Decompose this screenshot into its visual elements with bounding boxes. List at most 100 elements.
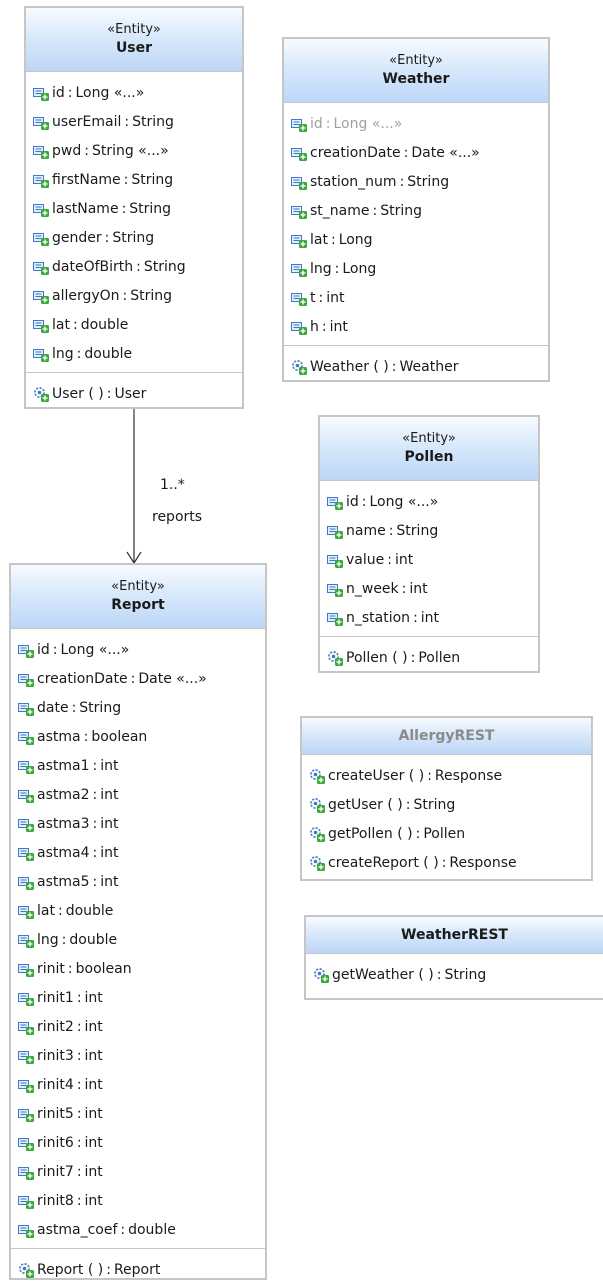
weather-attribute-row[interactable]: lng: Long — [284, 254, 548, 283]
allergyrest-operation-row[interactable]: getPollen ( ): Pollen — [302, 819, 591, 848]
weather-attribute-row[interactable]: st_name: String — [284, 196, 548, 225]
allergyrest-class[interactable]: AllergyREST createUser ( ): Response getUs… — [300, 716, 593, 881]
attribute-type: int — [100, 873, 119, 890]
pollen-attribute-row[interactable]: n_week: int — [320, 574, 538, 603]
report-class-name: Report — [111, 596, 165, 613]
weather-attribute-row[interactable]: id: Long «...» — [284, 109, 548, 138]
association-role: reports — [152, 509, 203, 525]
weatherrest-class[interactable]: WeatherREST getWeather ( ): String — [304, 915, 603, 1000]
operation-icon — [309, 768, 325, 784]
report-attribute-row[interactable]: date: String — [11, 693, 265, 722]
attribute-separator: : — [57, 902, 63, 919]
attribute-name: station_num — [310, 173, 397, 190]
report-attribute-row[interactable]: astma2: int — [11, 780, 265, 809]
weather-operation-row[interactable]: Weather ( ): Weather — [284, 352, 548, 381]
attribute-icon — [291, 319, 307, 335]
allergyrest-operation-row[interactable]: getUser ( ): String — [302, 790, 591, 819]
attribute-icon — [291, 261, 307, 277]
attribute-separator: : — [76, 1105, 82, 1122]
pollen-attribute-row[interactable]: value: int — [320, 545, 538, 574]
weatherrest-operation-row[interactable]: getWeather ( ): String — [306, 960, 603, 989]
report-attribute-row[interactable]: id: Long «...» — [11, 635, 265, 664]
weather-attribute-row[interactable]: lat: Long — [284, 225, 548, 254]
operation-return-type: User — [114, 385, 147, 402]
attribute-type: double — [69, 931, 118, 948]
report-attribute-row[interactable]: rinit: boolean — [11, 954, 265, 983]
report-attribute-row[interactable]: rinit4: int — [11, 1070, 265, 1099]
user-attribute-row[interactable]: gender: String — [26, 223, 242, 252]
user-attribute-row[interactable]: userEmail: String — [26, 107, 242, 136]
weather-class[interactable]: «Entity» Weather id: Long «...» creationDa… — [282, 37, 550, 382]
attribute-separator: : — [76, 1076, 82, 1093]
report-attribute-row[interactable]: rinit6: int — [11, 1128, 265, 1157]
user-attribute-row[interactable]: lat: double — [26, 310, 242, 339]
report-attribute-row[interactable]: lng: double — [11, 925, 265, 954]
operation-icon — [313, 967, 329, 983]
attribute-separator: : — [83, 728, 89, 745]
pollen-operation-row[interactable]: Pollen ( ): Pollen — [320, 643, 538, 672]
pollen-attribute-row[interactable]: n_station: int — [320, 603, 538, 632]
attribute-icon — [33, 172, 49, 188]
pollen-class[interactable]: «Entity» Pollen id: Long «...» name: String… — [318, 415, 540, 673]
attribute-name: date — [37, 699, 69, 716]
user-operation-row[interactable]: User ( ): User — [26, 379, 242, 408]
report-attribute-row[interactable]: lat: double — [11, 896, 265, 925]
user-attribute-row[interactable]: firstName: String — [26, 165, 242, 194]
user-attribute-row[interactable]: dateOfBirth: String — [26, 252, 242, 281]
attribute-name: rinit3 — [37, 1047, 74, 1064]
allergyrest-operation-row[interactable]: createReport ( ): Response — [302, 848, 591, 877]
attribute-separator: : — [67, 84, 73, 101]
user-attribute-row[interactable]: pwd: String «...» — [26, 136, 242, 165]
attribute-icon — [18, 1048, 34, 1064]
pollen-attribute-row[interactable]: id: Long «...» — [320, 487, 538, 516]
attribute-type: int — [100, 844, 119, 861]
report-attribute-row[interactable]: astma3: int — [11, 809, 265, 838]
attribute-icon — [18, 787, 34, 803]
weather-attribute-row[interactable]: h: int — [284, 312, 548, 341]
attribute-separator: : — [92, 786, 98, 803]
attribute-type: String — [407, 173, 450, 190]
operation-return-type: String — [413, 796, 456, 813]
operation-return-type: Response — [449, 854, 517, 871]
operation-separator: : — [410, 649, 416, 666]
report-attribute-row[interactable]: creationDate: Date «...» — [11, 664, 265, 693]
report-attribute-row[interactable]: rinit8: int — [11, 1186, 265, 1215]
report-attribute-row[interactable]: rinit1: int — [11, 983, 265, 1012]
report-attribute-row[interactable]: rinit7: int — [11, 1157, 265, 1186]
user-attribute-row[interactable]: lng: double — [26, 339, 242, 368]
pollen-attribute-row[interactable]: name: String — [320, 516, 538, 545]
user-class[interactable]: «Entity» User id: Long «...» userEmail: Str… — [24, 6, 244, 409]
report-class[interactable]: «Entity» Report id: Long «...» creationDat… — [9, 563, 267, 1280]
operation-separator: : — [427, 767, 432, 784]
attribute-name: astma3 — [37, 815, 90, 832]
user-attribute-row[interactable]: lastName: String — [26, 194, 242, 223]
attribute-separator: : — [330, 231, 336, 248]
attribute-separator: : — [76, 1018, 82, 1035]
attribute-icon — [18, 671, 34, 687]
report-attribute-row[interactable]: astma4: int — [11, 838, 265, 867]
weather-attribute-row[interactable]: creationDate: Date «...» — [284, 138, 548, 167]
attribute-separator: : — [321, 318, 327, 335]
user-attribute-row[interactable]: id: Long «...» — [26, 78, 242, 107]
operation-separator: : — [405, 796, 411, 813]
report-attribute-row[interactable]: astma1: int — [11, 751, 265, 780]
attribute-separator: : — [325, 115, 331, 132]
report-attribute-row[interactable]: rinit2: int — [11, 1012, 265, 1041]
allergyrest-operation-row[interactable]: createUser ( ): Response — [302, 761, 591, 790]
attribute-separator: : — [136, 258, 141, 275]
report-attribute-row[interactable]: astma5: int — [11, 867, 265, 896]
report-attribute-row[interactable]: rinit5: int — [11, 1099, 265, 1128]
report-attribute-row[interactable]: astma_coef: double — [11, 1215, 265, 1244]
weatherrest-operations: getWeather ( ): String — [306, 954, 603, 993]
user-attribute-row[interactable]: allergyOn: String — [26, 281, 242, 310]
operation-return-type: Pollen — [418, 649, 461, 666]
report-stereotype: «Entity» — [111, 578, 165, 594]
weather-attribute-row[interactable]: t: int — [284, 283, 548, 312]
attribute-name: rinit8 — [37, 1192, 74, 1209]
weather-attribute-row[interactable]: station_num: String — [284, 167, 548, 196]
report-attribute-row[interactable]: astma: boolean — [11, 722, 265, 751]
attribute-separator: : — [372, 202, 378, 219]
attribute-type: int — [84, 1192, 103, 1209]
report-attribute-row[interactable]: rinit3: int — [11, 1041, 265, 1070]
attribute-separator: : — [92, 873, 98, 890]
